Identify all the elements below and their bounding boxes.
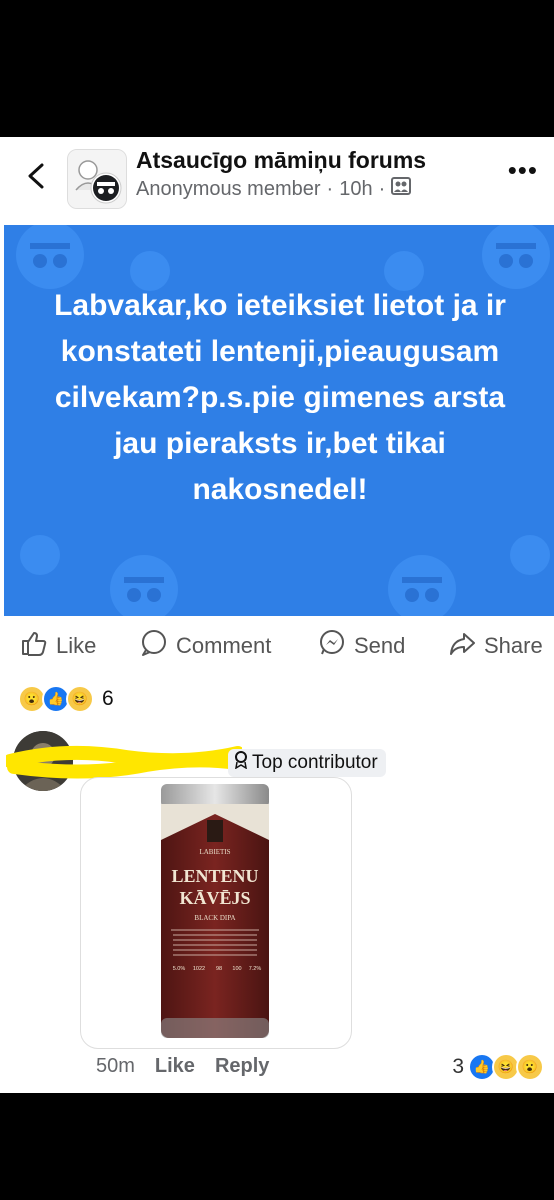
messenger-icon bbox=[318, 629, 346, 663]
send-button[interactable]: Send bbox=[318, 629, 405, 663]
group-avatar[interactable] bbox=[67, 149, 127, 209]
like-button[interactable]: Like bbox=[20, 629, 96, 663]
reaction-count: 6 bbox=[102, 687, 114, 710]
group-privacy-icon bbox=[391, 177, 412, 201]
comment-bubble-icon bbox=[140, 629, 168, 663]
comment-reaction-count: 3 bbox=[452, 1055, 464, 1078]
can-style: BLACK DIPA bbox=[194, 914, 235, 922]
comment-reply-button[interactable]: Reply bbox=[215, 1055, 269, 1078]
can-stat-1: 5.0% bbox=[173, 966, 186, 972]
post-screen: Atsaucīgo māmiņu forums Anonymous member… bbox=[0, 137, 554, 1093]
author-name[interactable]: Anonymous member bbox=[136, 178, 321, 201]
wow-reaction-icon: 😮 bbox=[516, 1053, 544, 1081]
can-line1: LENTENU bbox=[171, 866, 258, 886]
post-time[interactable]: 10h bbox=[339, 178, 372, 201]
redaction-scribble bbox=[6, 745, 242, 779]
badge-label: Top contributor bbox=[252, 752, 378, 773]
haha-reaction-icon: 😆 bbox=[66, 685, 94, 713]
post-text: Labvakar,ko ieteiksiet lietot ja ir kons… bbox=[54, 289, 506, 506]
send-label: Send bbox=[354, 633, 406, 658]
can-brand: LABIETIS bbox=[199, 848, 230, 856]
can-stat-5: 7.2% bbox=[249, 966, 262, 972]
share-label: Share bbox=[484, 633, 543, 658]
comment-reactions[interactable]: 3 👍 😆 😮 bbox=[452, 1053, 544, 1081]
post-actions-bar: Like Comment Send Share bbox=[0, 625, 554, 669]
post-meta: Anonymous member · 10h · bbox=[136, 177, 412, 201]
meta-separator-2: · bbox=[378, 177, 386, 200]
beer-can-image: LABIETIS LENTENU KĀVĒJS BLACK DIPA 5.0% … bbox=[161, 784, 269, 1038]
badge-icon bbox=[234, 751, 248, 775]
can-stat-3: 98 bbox=[216, 966, 222, 972]
comment-image[interactable]: LABIETIS LENTENU KĀVĒJS BLACK DIPA 5.0% … bbox=[80, 777, 352, 1049]
comment-footer: 50m Like Reply bbox=[96, 1055, 269, 1078]
comment-time[interactable]: 50m bbox=[96, 1055, 135, 1078]
comment-button[interactable]: Comment bbox=[140, 629, 271, 663]
post-reactions[interactable]: 😮 👍 😆 6 bbox=[18, 685, 114, 713]
post-card: Labvakar,ko ieteiksiet lietot ja ir kons… bbox=[4, 225, 554, 616]
comment-label: Comment bbox=[176, 633, 272, 658]
meta-separator: · bbox=[326, 177, 334, 200]
share-button[interactable]: Share bbox=[448, 629, 543, 663]
top-contributor-badge: Top contributor bbox=[228, 749, 386, 777]
comment-like-button[interactable]: Like bbox=[155, 1055, 195, 1078]
group-name[interactable]: Atsaucīgo māmiņu forums bbox=[136, 147, 426, 174]
thumbs-up-icon bbox=[20, 629, 48, 663]
like-label: Like bbox=[56, 633, 97, 658]
more-options-icon[interactable]: ••• bbox=[508, 155, 538, 186]
post-header: Atsaucīgo māmiņu forums Anonymous member… bbox=[0, 137, 554, 221]
can-line2: KĀVĒJS bbox=[179, 888, 250, 908]
can-stat-4: 100 bbox=[232, 966, 241, 972]
can-stat-2: 1022 bbox=[193, 966, 205, 972]
share-arrow-icon bbox=[448, 629, 476, 663]
back-arrow-icon[interactable] bbox=[24, 159, 48, 193]
